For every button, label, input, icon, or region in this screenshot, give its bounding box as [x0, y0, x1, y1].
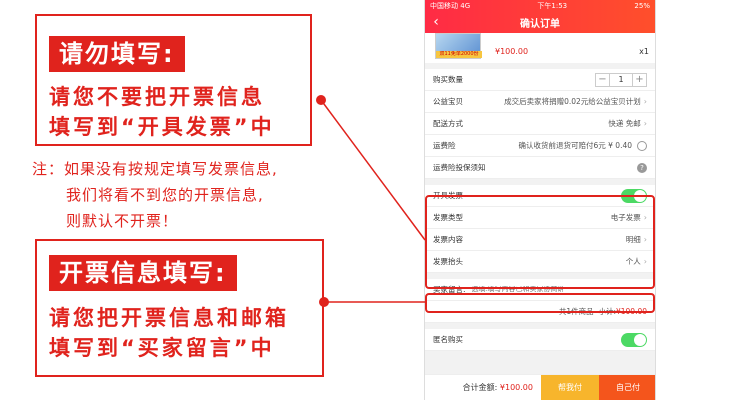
- product-badge: 双11免单2000份: [436, 51, 482, 58]
- page-title: 确认订单: [520, 18, 560, 30]
- nav-bar: ‹ 确认订单: [425, 11, 655, 33]
- warning-line1: 注：如果没有按规定填写发票信息,: [32, 160, 278, 178]
- delivery-label: 配送方式: [433, 119, 463, 128]
- insurance-notice-row[interactable]: 运费险投保须知 ?: [425, 157, 655, 179]
- status-bar: 中国移动 4G 下午1:53 25%: [425, 0, 655, 11]
- invoice-highlight: [425, 195, 655, 289]
- total-label: 合计金额:: [462, 383, 498, 392]
- note-invoice-fill-line2: 填写到“买家留言”中: [49, 336, 275, 360]
- quantity-value[interactable]: 1: [610, 72, 632, 87]
- product-qty: x1: [639, 47, 649, 56]
- status-carrier: 中国移动 4G: [430, 1, 471, 10]
- total-amount: 合计金额: ¥100.00: [425, 375, 541, 400]
- chevron-right-icon: ›: [643, 119, 647, 128]
- product-image: 双11免单2000份: [435, 33, 482, 59]
- note-do-not-fill: 请勿填写: 请您不要把开票信息 填写到“开具发票”中: [35, 14, 312, 146]
- quantity-label: 购买数量: [433, 75, 463, 84]
- anonymous-toggle[interactable]: [621, 332, 647, 347]
- warning-line3: 则默认不开票！: [66, 212, 179, 230]
- insurance-label: 运费险: [433, 141, 456, 150]
- pay-for-me-button[interactable]: 帮我付: [541, 375, 599, 400]
- insurance-radio[interactable]: [637, 140, 647, 151]
- chevron-right-icon: ›: [643, 97, 647, 106]
- insurance-notice-label: 运费险投保须知: [433, 163, 486, 172]
- delivery-value: 快递 免邮: [608, 119, 641, 128]
- plus-button[interactable]: +: [632, 72, 647, 87]
- status-battery: 25%: [634, 1, 650, 10]
- insurance-amount: ¥ 0.40: [608, 141, 632, 150]
- note-do-not-fill-body: 请您不要把开票信息 填写到“开具发票”中: [49, 82, 275, 142]
- note-invoice-fill-body: 请您把开票信息和邮箱 填写到“买家留言”中: [49, 303, 289, 363]
- insurance-value: 确认收货前退货可赔付6元: [518, 141, 606, 150]
- warning-note: 注：如果没有按规定填写发票信息, 我们将看不到您的开票信息, 则默认不开票！: [32, 156, 278, 234]
- charity-label: 公益宝贝: [433, 97, 463, 106]
- minus-button[interactable]: −: [595, 72, 610, 87]
- status-time: 下午1:53: [537, 1, 568, 10]
- charity-value: 成交后卖家将捐赠0.02元给公益宝贝计划: [504, 97, 641, 106]
- insurance-row[interactable]: 运费险 确认收货前退货可赔付6元 ¥ 0.40: [425, 135, 655, 157]
- charity-row[interactable]: 公益宝贝 成交后卖家将捐赠0.02元给公益宝贝计划 ›: [425, 91, 655, 113]
- delivery-row[interactable]: 配送方式 快递 免邮 ›: [425, 113, 655, 135]
- total-value: ¥100.00: [499, 383, 533, 392]
- product-price: ¥100.00: [495, 47, 529, 56]
- message-highlight: [425, 293, 655, 313]
- note-do-not-fill-line2: 填写到“开具发票”中: [49, 115, 275, 139]
- pay-self-button[interactable]: 自己付: [599, 375, 655, 400]
- note-invoice-fill-line1: 请您把开票信息和邮箱: [49, 306, 289, 330]
- anonymous-row: 匿名购买: [425, 329, 655, 351]
- anonymous-label: 匿名购买: [433, 335, 463, 344]
- quantity-stepper[interactable]: − 1 +: [595, 72, 647, 87]
- warning-line2: 我们将看不到您的开票信息,: [66, 186, 264, 204]
- note-invoice-fill: 开票信息填写: 请您把开票信息和邮箱 填写到“买家留言”中: [35, 239, 324, 377]
- note-invoice-fill-tag: 开票信息填写:: [49, 255, 237, 291]
- quantity-row: 购买数量 − 1 +: [425, 69, 655, 91]
- product-card[interactable]: 双11免单2000份 ¥100.00 x1: [425, 33, 655, 63]
- note-do-not-fill-tag: 请勿填写:: [49, 36, 185, 72]
- help-icon[interactable]: ?: [637, 162, 647, 173]
- checkout-bar: 合计金额: ¥100.00 帮我付 自己付: [425, 374, 655, 400]
- note-do-not-fill-line1: 请您不要把开票信息: [49, 85, 265, 109]
